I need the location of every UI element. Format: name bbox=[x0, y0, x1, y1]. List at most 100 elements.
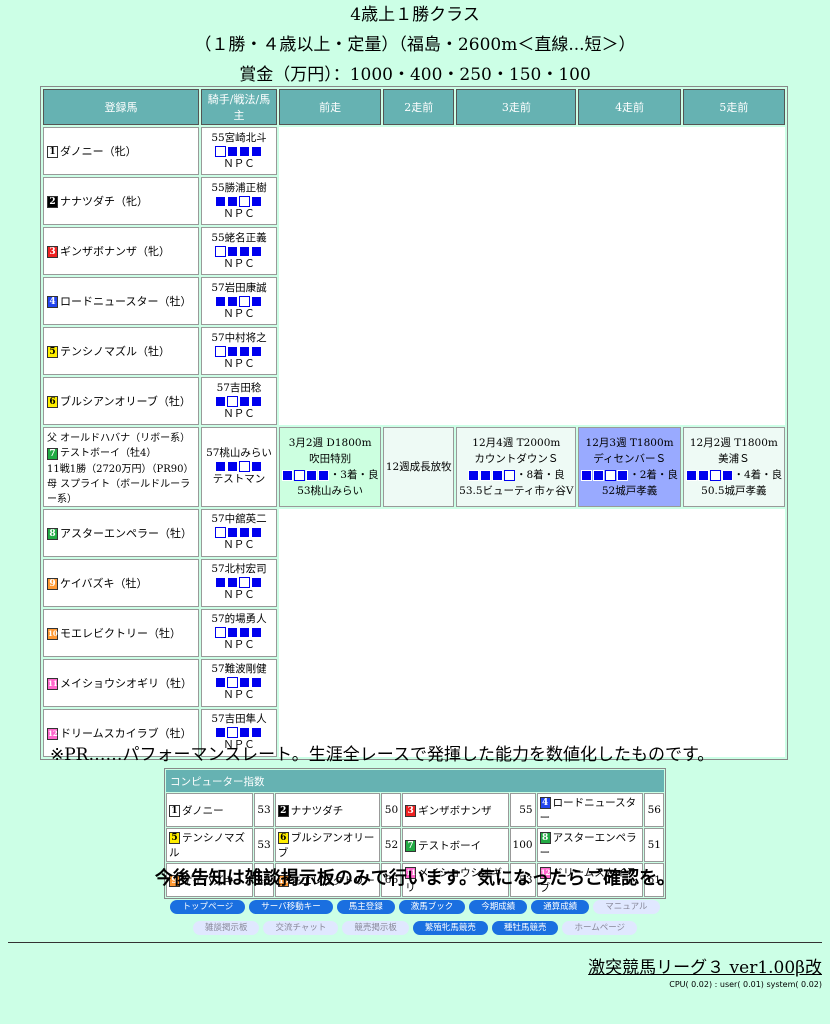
nav-button[interactable]: 種牡馬競売 bbox=[491, 921, 559, 935]
past-race-date: 12月2週 T1800m bbox=[689, 436, 778, 449]
horse-name-cell[interactable]: 4 ロードニュースター（牡） bbox=[43, 277, 199, 325]
jockey-name: 57岩田康誠 bbox=[211, 281, 267, 294]
past-race-name: 美浦Ｓ bbox=[718, 452, 750, 465]
arrow-icon bbox=[239, 577, 250, 588]
nav-button[interactable]: 雑談掲示板 bbox=[192, 921, 260, 935]
horse-name[interactable]: ダノニー（牝） bbox=[60, 145, 137, 158]
tactic-marks bbox=[581, 469, 629, 481]
horse-name[interactable]: テンシノマズル（牡） bbox=[60, 345, 170, 358]
cpu-stats: CPU( 0.02) : user( 0.01) system( 0.02) bbox=[669, 980, 822, 989]
nav-button[interactable]: 馬主登録 bbox=[336, 900, 395, 914]
tactic-marks bbox=[215, 627, 263, 638]
tactic-marks bbox=[215, 195, 263, 207]
nav-button[interactable]: 激馬ブック bbox=[398, 900, 466, 914]
square-icon bbox=[317, 469, 329, 481]
gate-number-badge: 3 bbox=[47, 246, 58, 258]
computer-horse-cell: 8 アスターエンペラー bbox=[536, 828, 643, 862]
gate-number-badge: 4 bbox=[539, 797, 551, 809]
jockey-cell: 55宮崎北斗 ＮＰＣ bbox=[201, 127, 277, 175]
entry-table: 登録馬 騎手/戦法/馬主 前走 2走前 3走前 4走前 5走前 1 ダノニー（牝） 55宮崎北斗… bbox=[40, 86, 788, 760]
horse-name-cell[interactable]: 5 テンシノマズル（牡） bbox=[43, 327, 199, 375]
tactic-marks bbox=[215, 461, 263, 473]
nav-button[interactable]: 交流チャット bbox=[263, 921, 339, 935]
arrow-icon bbox=[215, 627, 226, 638]
horse-name-cell[interactable]: 3 ギンザボナンザ（牝） bbox=[43, 227, 199, 275]
horse-name-cell[interactable]: 父 オールドハバナ（リボー系） 7 テストボーイ（牡4） 11戦1勝（2720万円）（… bbox=[43, 427, 199, 507]
tactic-marks bbox=[215, 295, 263, 307]
horse-name-cell[interactable]: 6 ブルシアンオリーブ（牡） bbox=[43, 377, 199, 425]
horse-name[interactable]: テストボーイ（牡4） bbox=[60, 448, 156, 459]
horse-name[interactable]: メイショウシオギリ（牡） bbox=[60, 677, 192, 690]
square-icon bbox=[215, 395, 226, 407]
square-icon bbox=[227, 245, 238, 257]
gate-number-badge: 7 bbox=[47, 447, 58, 460]
nav-button[interactable]: ホームページ bbox=[562, 921, 638, 935]
horse-name[interactable]: ケイバズキ（牡） bbox=[60, 577, 148, 590]
notice-text: 今後告知は雑談掲示板のみで行います。気になったらご確認を。 bbox=[154, 868, 676, 889]
gate-number-badge: 4 bbox=[47, 296, 58, 308]
arrow-icon bbox=[503, 469, 515, 481]
tactic-marks bbox=[215, 395, 263, 407]
horse-name-cell[interactable]: 2 ナナツダチ（牝） bbox=[43, 177, 199, 225]
square-icon bbox=[251, 461, 262, 473]
past-race-name: 12週成長放牧 bbox=[385, 460, 452, 473]
square-icon bbox=[239, 145, 250, 157]
pr-note: ※PR……パフォーマンスレート。生涯全レースで発揮した能力を数値化したものです。 bbox=[50, 745, 715, 765]
arrow-icon bbox=[227, 677, 238, 688]
computer-horse-cell: 1 ダノニー bbox=[166, 793, 253, 827]
nav-button[interactable]: 競売掲示板 bbox=[342, 921, 409, 935]
jockey-cell: 57中村将之 ＮＰＣ bbox=[201, 327, 277, 375]
nav-button[interactable]: 繁殖牝馬競売 bbox=[412, 921, 488, 935]
arrow-icon bbox=[605, 469, 617, 481]
square-icon bbox=[215, 677, 226, 688]
square-icon bbox=[251, 195, 262, 207]
past-race-cell[interactable]: 12月3週 T1800m ディセンバーＳ ・2着・良 52城戸孝義 bbox=[578, 427, 681, 507]
nav-button[interactable]: サーバ移動キー bbox=[249, 900, 333, 914]
past-race-cell[interactable]: 3月2週 D1800m 吹田特別 ・3着・良 53桃山みらい bbox=[279, 427, 382, 507]
horse-name[interactable]: ドリームスカイラブ（牡） bbox=[60, 727, 192, 740]
square-icon bbox=[685, 469, 697, 481]
computer-horse-cell: 7 テストボーイ bbox=[402, 828, 509, 862]
horse-name-cell[interactable]: 10 モエレビクトリー（牡） bbox=[43, 608, 199, 657]
jockey-cell: 57的場勇人 ＮＰＣ bbox=[201, 608, 277, 657]
square-icon bbox=[305, 469, 317, 481]
horse-name[interactable]: ロードニュースター（牡） bbox=[60, 295, 191, 308]
square-icon bbox=[251, 527, 262, 538]
past-race-cell[interactable]: 12週成長放牧 bbox=[383, 427, 455, 507]
gate-number-badge: 1 bbox=[47, 146, 58, 158]
square-icon bbox=[251, 727, 262, 738]
horse-name[interactable]: アスターエンペラー（牡） bbox=[60, 527, 192, 540]
tactic-marks bbox=[215, 527, 263, 538]
jockey-name: 57吉田隼人 bbox=[211, 713, 267, 725]
gate-number-badge: 12 bbox=[47, 727, 58, 740]
horse-name-cell[interactable]: 8 アスターエンペラー（牡） bbox=[43, 508, 199, 557]
square-icon bbox=[227, 527, 238, 538]
horse-name-cell[interactable]: 9 ケイバズキ（牡） bbox=[43, 558, 199, 607]
past-race-cell[interactable]: 12月2週 T1800m 美浦Ｓ ・4着・良 50.5城戸孝義 bbox=[682, 427, 785, 507]
square-icon bbox=[251, 627, 262, 638]
horse-name[interactable]: モエレビクトリー（牡） bbox=[60, 627, 181, 640]
horse-name-cell[interactable]: 11 メイショウシオギリ（牡） bbox=[43, 658, 199, 707]
horse-name[interactable]: ギンザボナンザ（牝） bbox=[60, 245, 170, 258]
owner-name: テストマン bbox=[212, 473, 266, 486]
horse-name[interactable]: ナナツダチ（牝） bbox=[60, 195, 148, 208]
computer-index-row: 5 テンシノマズル 53 6 ブルシアンオリーブ 52 7 テストボーイ 100 8 アスターエンペ… bbox=[166, 828, 664, 862]
nav-button[interactable]: トップページ bbox=[170, 900, 246, 914]
jockey-cell: 57岩田康誠 ＮＰＣ bbox=[201, 277, 277, 325]
tactic-marks bbox=[467, 469, 516, 481]
square-icon bbox=[239, 727, 250, 738]
horse-name-cell[interactable]: 1 ダノニー（牝） bbox=[43, 127, 199, 175]
version-link[interactable]: 激突競馬リーグ３ ver1.00β改 bbox=[588, 953, 822, 978]
column-header: 4走前 bbox=[578, 89, 681, 125]
horse-name[interactable]: ブルシアンオリーブ（牡） bbox=[60, 395, 191, 408]
jockey-name: 57中村将之 bbox=[211, 331, 267, 344]
square-icon bbox=[215, 727, 226, 738]
square-icon bbox=[251, 145, 262, 157]
nav-button[interactable]: マニュアル bbox=[593, 900, 660, 914]
past-race-cell[interactable]: 12月4週 T2000m カウントダウンＳ ・8着・良 53.5ビューティ市ヶ谷V bbox=[456, 427, 577, 507]
jockey-name: 57難波剛健 bbox=[211, 663, 267, 675]
jockey-cell: 55勝浦正樹 ＮＰＣ bbox=[201, 177, 277, 225]
owner-name: ＮＰＣ bbox=[223, 307, 255, 320]
nav-button[interactable]: 通算成績 bbox=[531, 900, 590, 914]
nav-button[interactable]: 今期成績 bbox=[469, 900, 528, 914]
